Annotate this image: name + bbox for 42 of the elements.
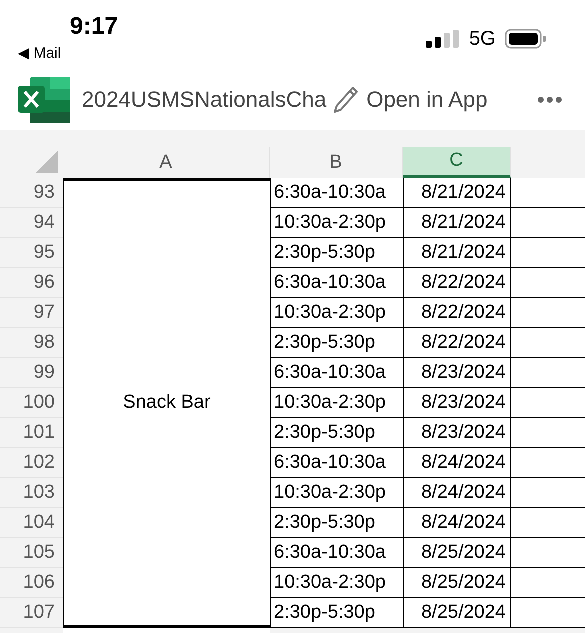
table-cell: 8/21/2024 (403, 238, 511, 268)
table-cell: 8/25/2024 (403, 568, 511, 598)
table-cell: 6:30a-10:30a (270, 358, 403, 388)
column-header[interactable]: C (403, 147, 511, 178)
table-cell: 2:30p-5:30p (270, 328, 403, 358)
merged-cell: Snack Bar (123, 392, 211, 414)
table-cell: 8/23/2024 (403, 388, 511, 418)
table-cell: 10:30a-2:30p (270, 388, 403, 418)
table-cell: 10:30a-2:30p (270, 208, 403, 238)
table-cell: 6:30a-10:30a (270, 538, 403, 568)
table-cell: 8/23/2024 (403, 358, 511, 388)
file-title: 2024USMSNationalsCha (82, 87, 327, 113)
table-cell: 8/25/2024 (403, 598, 511, 628)
table-cell: 8/21/2024 (403, 208, 511, 238)
table-cell: 2:30p-5:30p (270, 418, 403, 448)
signal-icon (426, 30, 460, 48)
pencil-icon (332, 86, 359, 114)
back-link[interactable]: ◀ Mail (18, 44, 118, 62)
table-cell: 8/22/2024 (403, 268, 511, 298)
table-cell: 2:30p-5:30p (270, 238, 403, 268)
table-cell: 8/25/2024 (403, 538, 511, 568)
table-cell: 10:30a-2:30p (270, 478, 403, 508)
table-cell: 6:30a-10:30a (270, 268, 403, 298)
table-cell: 6:30a-10:30a (270, 448, 403, 478)
spreadsheet-app-icon (18, 77, 70, 123)
table-cell: 8/24/2024 (403, 448, 511, 478)
table-cell: 8/22/2024 (403, 328, 511, 358)
table-cell: 8/21/2024 (403, 178, 511, 208)
table-cell: 2:30p-5:30p (270, 508, 403, 538)
table-cell: 10:30a-2:30p (270, 298, 403, 328)
status-time: 9:17 (70, 14, 118, 40)
more-icon[interactable] (537, 96, 563, 104)
battery-icon (505, 29, 547, 49)
table-cell: 8/23/2024 (403, 418, 511, 448)
table-cell: 8/22/2024 (403, 298, 511, 328)
table-cell: 8/24/2024 (403, 478, 511, 508)
table-cell: 8/24/2024 (403, 508, 511, 538)
open-in-app-button[interactable]: Open in App (332, 86, 488, 114)
table-cell: 6:30a-10:30a (270, 178, 403, 208)
table-cell: 2:30p-5:30p (270, 598, 403, 628)
table-cell: 10:30a-2:30p (270, 568, 403, 598)
network-label: 5G (469, 28, 496, 50)
